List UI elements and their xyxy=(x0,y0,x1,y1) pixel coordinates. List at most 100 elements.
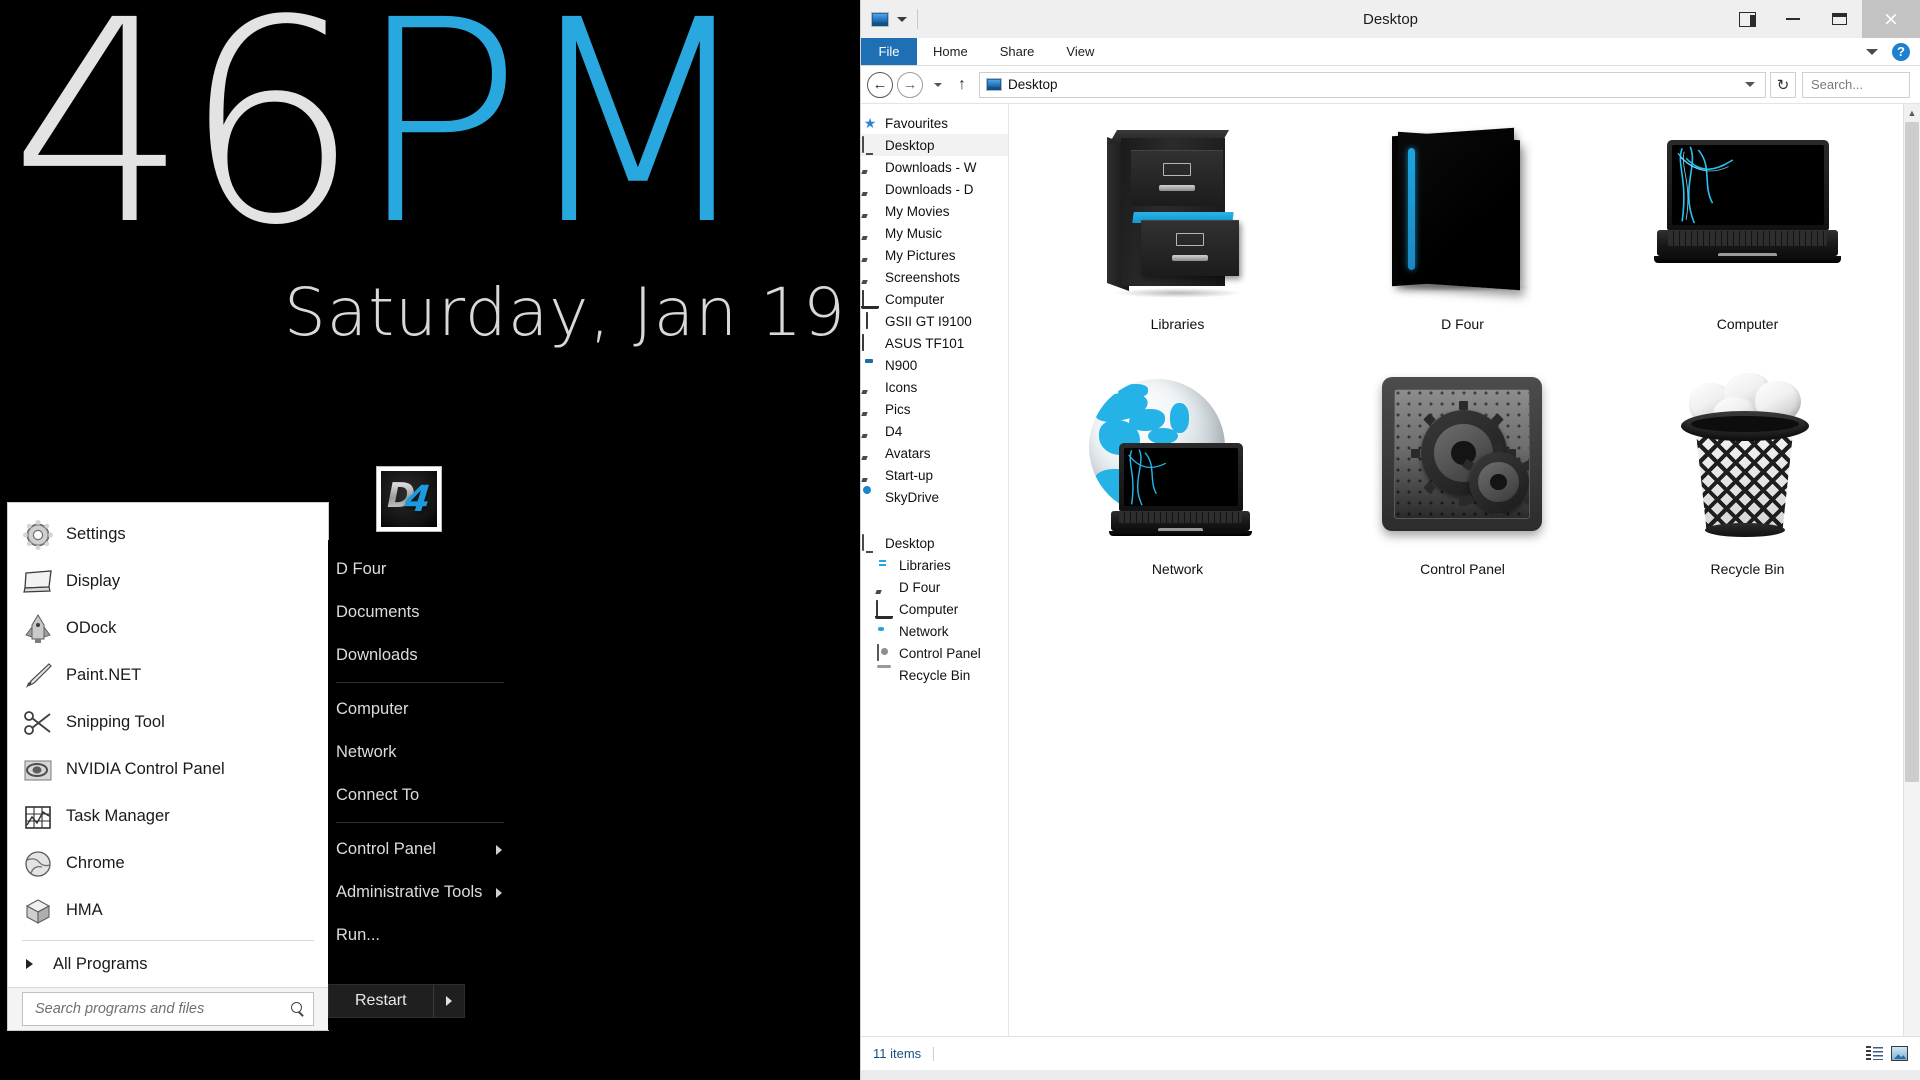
back-button[interactable]: ← xyxy=(867,71,893,98)
desktop-icon-network[interactable]: Network xyxy=(1035,361,1320,606)
desktop-icon-control-panel[interactable]: Control Panel xyxy=(1320,361,1605,606)
nav-item-my-pictures[interactable]: My Pictures xyxy=(861,244,1008,266)
large-icons-view-button[interactable] xyxy=(1891,1046,1908,1061)
nav-item-desktop[interactable]: Desktop xyxy=(861,134,1008,156)
places-item-administrative-tools[interactable]: Administrative Tools xyxy=(328,871,528,914)
forward-button[interactable]: → xyxy=(897,71,923,98)
desktop-icon-computer[interactable]: Computer xyxy=(1605,116,1890,361)
nav-item-computer[interactable]: Computer xyxy=(861,288,1008,310)
start-item-settings[interactable]: Settings xyxy=(8,511,328,558)
monitor-icon xyxy=(22,566,54,598)
start-item-display[interactable]: Display xyxy=(8,558,328,605)
nav-item-pics[interactable]: Pics xyxy=(861,398,1008,420)
nav-label: Network xyxy=(899,623,949,639)
expand-ribbon-icon[interactable] xyxy=(1866,48,1878,55)
nav-item-asus-tf101[interactable]: ASUS TF101 xyxy=(861,332,1008,354)
nav-item-downloads-w[interactable]: Downloads - W xyxy=(861,156,1008,178)
avatar-image: D 4 xyxy=(381,471,437,527)
start-item-label: Settings xyxy=(66,525,126,543)
nav-tree-control-panel[interactable]: Control Panel xyxy=(861,642,1008,664)
nav-item-icons[interactable]: Icons xyxy=(861,376,1008,398)
all-programs-button[interactable]: All Programs xyxy=(8,941,328,987)
tab-home[interactable]: Home xyxy=(917,38,984,65)
tab-share[interactable]: Share xyxy=(984,38,1051,65)
nav-tree-recycle-bin[interactable]: Recycle Bin xyxy=(861,664,1008,686)
nav-label: Favourites xyxy=(885,115,949,131)
nav-label: My Pictures xyxy=(885,247,956,263)
nav-label: My Movies xyxy=(885,203,950,219)
restart-options-button[interactable] xyxy=(434,985,464,1017)
start-item-snipping-tool[interactable]: Snipping Tool xyxy=(8,699,328,746)
start-item-label: Display xyxy=(66,572,121,590)
close-button[interactable]: × xyxy=(1862,0,1920,38)
nav-item-skydrive[interactable]: SkyDrive xyxy=(861,486,1008,508)
explorer-search-box[interactable] xyxy=(1802,71,1920,98)
nav-item-d4[interactable]: D4 xyxy=(861,420,1008,442)
start-item-hma[interactable]: HMA xyxy=(8,887,328,934)
nav-item-n900[interactable]: N900 xyxy=(861,354,1008,376)
places-label: Connect To xyxy=(336,786,420,804)
start-item-task-manager[interactable]: Task Manager xyxy=(8,793,328,840)
help-icon[interactable]: ? xyxy=(1892,42,1910,61)
search-icon xyxy=(291,1002,305,1016)
breadcrumb[interactable]: Desktop xyxy=(979,71,1766,98)
nav-tree-network[interactable]: Network xyxy=(861,620,1008,642)
nav-tree-libraries[interactable]: Libraries xyxy=(861,554,1008,576)
start-item-nvidia-control-panel[interactable]: NVIDIA Control Panel xyxy=(8,746,328,793)
recent-locations-button[interactable] xyxy=(927,82,949,87)
icon-label: Libraries xyxy=(1150,316,1205,332)
minimize-ribbon-button[interactable] xyxy=(1724,0,1770,38)
nav-tree-computer[interactable]: Computer xyxy=(861,598,1008,620)
folder-icon xyxy=(861,423,879,439)
refresh-button[interactable]: ↻ xyxy=(1770,71,1796,98)
clock-minutes: 46 xyxy=(10,0,360,287)
places-item-network[interactable]: Network xyxy=(328,731,528,774)
nav-item-screenshots[interactable]: Screenshots xyxy=(861,266,1008,288)
minimize-button[interactable] xyxy=(1770,0,1816,38)
desktop-icon-libraries[interactable]: Libraries xyxy=(1035,116,1320,361)
up-button[interactable]: ↑ xyxy=(949,76,975,94)
vertical-scrollbar[interactable]: ▲ xyxy=(1903,104,1920,1036)
nav-item-gsii-gt-i9100[interactable]: GSII GT I9100 xyxy=(861,310,1008,332)
search-input-wrapper[interactable] xyxy=(22,992,314,1026)
desktop-icon-recycle-bin[interactable]: Recycle Bin xyxy=(1605,361,1890,606)
places-item-run[interactable]: Run... xyxy=(328,914,528,957)
places-item-computer[interactable]: Computer xyxy=(328,688,528,731)
nav-item-my-movies[interactable]: My Movies xyxy=(861,200,1008,222)
tab-view[interactable]: View xyxy=(1050,38,1110,65)
user-avatar[interactable]: D 4 xyxy=(377,467,441,531)
start-item-chrome[interactable]: Chrome xyxy=(8,840,328,887)
explorer-search-input[interactable] xyxy=(1811,77,1920,92)
title-bar-divider xyxy=(917,9,918,29)
start-item-paintnet[interactable]: Paint.NET xyxy=(8,652,328,699)
nav-item-downloads-d[interactable]: Downloads - D xyxy=(861,178,1008,200)
places-item-control-panel[interactable]: Control Panel xyxy=(328,828,528,871)
places-item-d-four[interactable]: D Four xyxy=(328,548,528,591)
nav-tree-d-four[interactable]: D Four xyxy=(861,576,1008,598)
tab-file[interactable]: File xyxy=(861,38,917,65)
title-bar: Desktop × xyxy=(861,0,1920,38)
start-item-odock[interactable]: ODock xyxy=(8,605,328,652)
maximize-button[interactable] xyxy=(1816,0,1862,38)
nav-item-avatars[interactable]: Avatars xyxy=(861,442,1008,464)
nav-item-my-music[interactable]: My Music xyxy=(861,222,1008,244)
screen: 46PM Saturday, Jan 19 D 4 Settings Displ… xyxy=(0,0,1920,1080)
nav-group-favourites[interactable]: ★ Favourites xyxy=(861,112,1008,134)
places-label: Documents xyxy=(336,603,420,621)
scrollbar-thumb[interactable] xyxy=(1905,122,1919,782)
chevron-down-icon[interactable] xyxy=(1745,82,1755,87)
places-item-downloads[interactable]: Downloads xyxy=(328,634,528,677)
quick-access-dropdown-icon[interactable] xyxy=(897,16,907,22)
nav-item-start-up[interactable]: Start-up xyxy=(861,464,1008,486)
desktop-icon-d-four[interactable]: D Four xyxy=(1320,116,1605,361)
details-view-button[interactable] xyxy=(1866,1046,1883,1061)
clock-ampm: PM xyxy=(354,0,758,287)
places-divider xyxy=(336,822,504,823)
search-input[interactable] xyxy=(35,1001,285,1017)
nav-tree-desktop[interactable]: Desktop xyxy=(861,532,1008,554)
places-item-connect-to[interactable]: Connect To xyxy=(328,774,528,817)
places-item-documents[interactable]: Documents xyxy=(328,591,528,634)
restart-button[interactable]: Restart xyxy=(328,984,465,1018)
scroll-up-button[interactable]: ▲ xyxy=(1904,104,1920,121)
